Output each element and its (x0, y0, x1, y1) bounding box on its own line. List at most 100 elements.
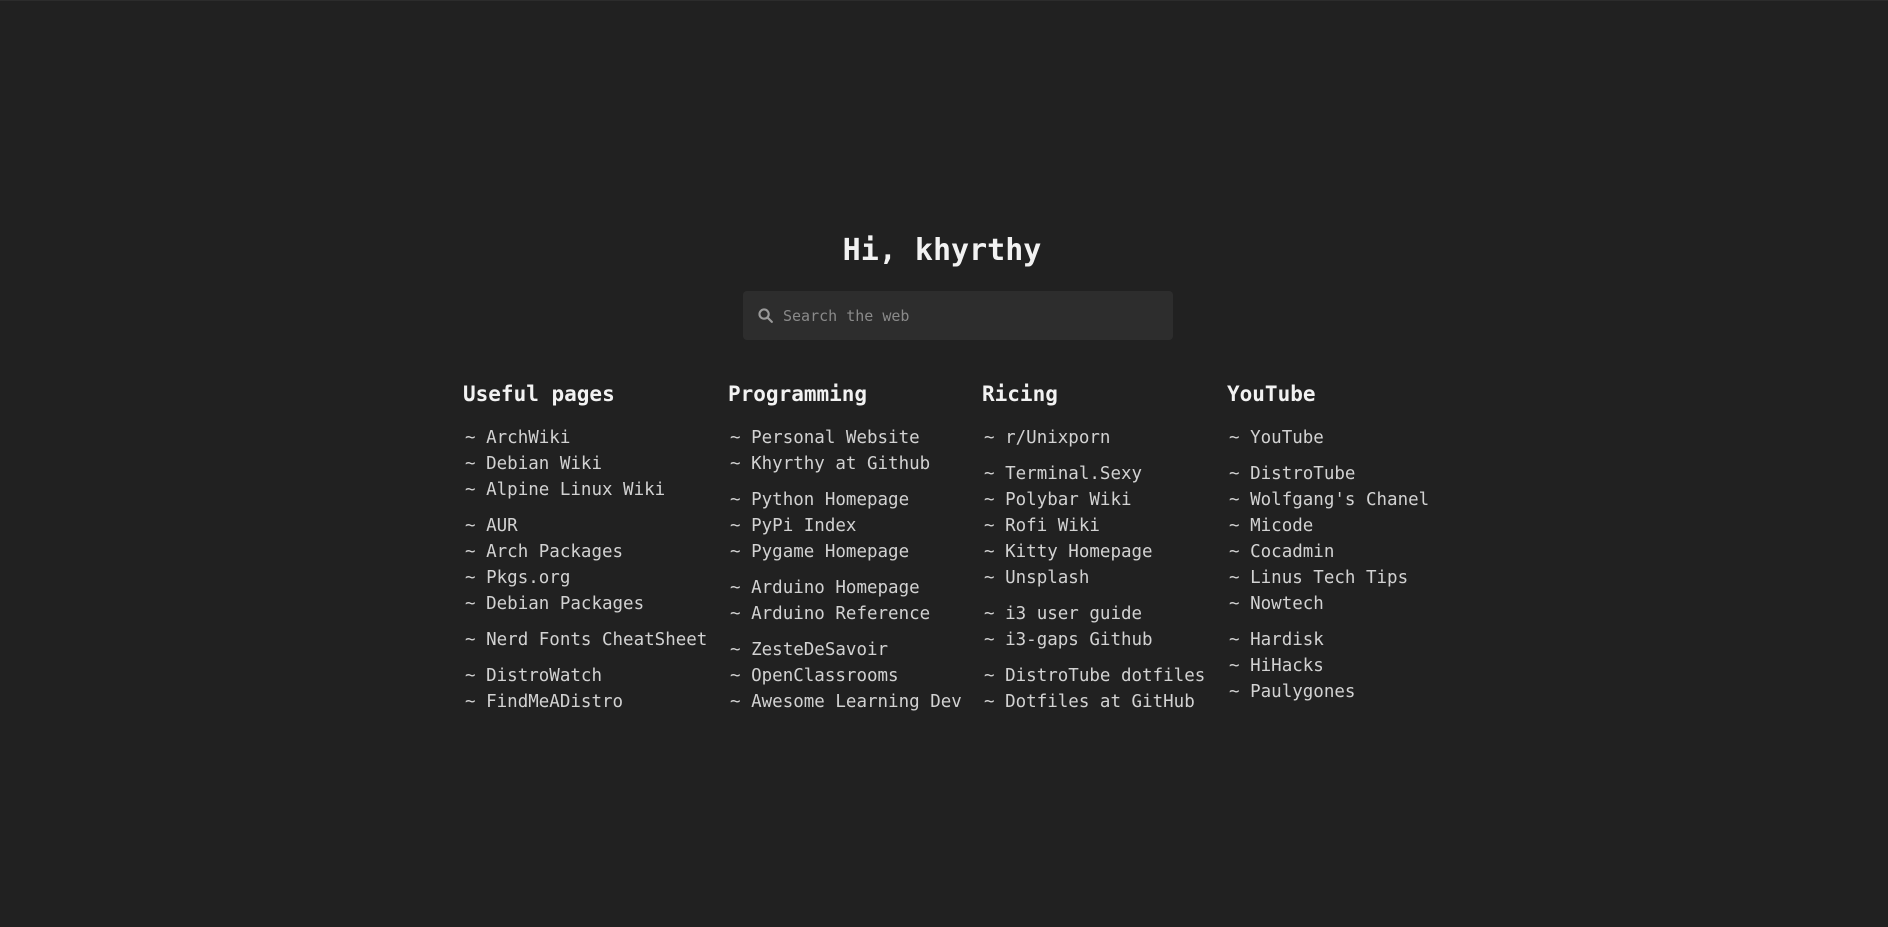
tilde-prefix: ~ (1229, 428, 1240, 448)
bookmark-link[interactable]: Arduino Homepage (751, 578, 920, 598)
tilde-prefix: ~ (730, 604, 741, 624)
tilde-prefix: ~ (465, 516, 476, 536)
bookmark-link[interactable]: OpenClassrooms (751, 666, 899, 686)
bookmark-link[interactable]: Arch Packages (486, 542, 623, 562)
tilde-prefix: ~ (1229, 630, 1240, 650)
list-item: ~ Cocadmin (1227, 539, 1429, 565)
link-group: ~ Nerd Fonts CheatSheet (463, 627, 707, 653)
link-group: ~ Python Homepage ~ PyPi Index ~ Pygame Ho… (728, 487, 962, 565)
bookmark-link[interactable]: Python Homepage (751, 490, 909, 510)
list-item: ~ DistroWatch (463, 663, 707, 689)
bookmark-link[interactable]: Personal Website (751, 428, 920, 448)
tilde-prefix: ~ (730, 454, 741, 474)
link-group: ~ Terminal.Sexy ~ Polybar Wiki ~ Rofi Wiki… (982, 461, 1205, 591)
bookmark-link[interactable]: Pkgs.org (486, 568, 570, 588)
list-item: ~ Nerd Fonts CheatSheet (463, 627, 707, 653)
tilde-prefix: ~ (730, 578, 741, 598)
list-item: ~ Unsplash (982, 565, 1205, 591)
link-group: ~ DistroTube ~ Wolfgang's Chanel ~ Micode ~… (1227, 461, 1429, 617)
tilde-prefix: ~ (1229, 542, 1240, 562)
bookmark-link[interactable]: Alpine Linux Wiki (486, 480, 665, 500)
list-item: ~ PyPi Index (728, 513, 962, 539)
bookmark-link[interactable]: Micode (1250, 516, 1313, 536)
bookmark-link[interactable]: Awesome Learning Dev (751, 692, 962, 712)
bookmark-link[interactable]: Arduino Reference (751, 604, 930, 624)
bookmark-link[interactable]: Kitty Homepage (1005, 542, 1153, 562)
list-item: ~ Pygame Homepage (728, 539, 962, 565)
tilde-prefix: ~ (1229, 516, 1240, 536)
tilde-prefix: ~ (984, 428, 995, 448)
bookmark-link[interactable]: Paulygones (1250, 682, 1355, 702)
list-item: ~ HiHacks (1227, 653, 1429, 679)
bookmark-link[interactable]: Dotfiles at GitHub (1005, 692, 1195, 712)
tilde-prefix: ~ (730, 490, 741, 510)
bookmark-link[interactable]: Nowtech (1250, 594, 1324, 614)
list-item: ~ FindMeADistro (463, 689, 707, 715)
link-group: ~ Arduino Homepage ~ Arduino Reference (728, 575, 962, 627)
link-groups: ~ ArchWiki ~ Debian Wiki ~ Alpine Linux Wi… (463, 425, 707, 715)
list-item: ~ Pkgs.org (463, 565, 707, 591)
bookmark-link[interactable]: PyPi Index (751, 516, 856, 536)
tilde-prefix: ~ (465, 630, 476, 650)
list-item: ~ Paulygones (1227, 679, 1429, 705)
bookmark-link[interactable]: HiHacks (1250, 656, 1324, 676)
bookmark-link[interactable]: Wolfgang's Chanel (1250, 490, 1429, 510)
bookmark-link[interactable]: Debian Packages (486, 594, 644, 614)
link-group: ~ DistroTube dotfiles ~ Dotfiles at GitHu… (982, 663, 1205, 715)
bookmark-link[interactable]: Cocadmin (1250, 542, 1334, 562)
tilde-prefix: ~ (1229, 682, 1240, 702)
bookmark-link[interactable]: DistroTube dotfiles (1005, 666, 1205, 686)
bookmark-link[interactable]: AUR (486, 516, 518, 536)
bookmark-link[interactable]: Nerd Fonts CheatSheet (486, 630, 707, 650)
bookmark-link[interactable]: ArchWiki (486, 428, 570, 448)
tilde-prefix: ~ (1229, 656, 1240, 676)
list-item: ~ YouTube (1227, 425, 1429, 451)
bookmark-link[interactable]: FindMeADistro (486, 692, 623, 712)
tilde-prefix: ~ (465, 568, 476, 588)
bookmark-link[interactable]: Linus Tech Tips (1250, 568, 1408, 588)
bookmark-link[interactable]: Terminal.Sexy (1005, 464, 1142, 484)
bookmark-link[interactable]: DistroTube (1250, 464, 1355, 484)
bookmark-link[interactable]: Hardisk (1250, 630, 1324, 650)
list-item: ~ i3 user guide (982, 601, 1205, 627)
list-item: ~ Debian Wiki (463, 451, 707, 477)
bookmark-link[interactable]: Pygame Homepage (751, 542, 909, 562)
link-group: ~ Hardisk ~ HiHacks ~ Paulygones (1227, 627, 1429, 705)
bookmark-link[interactable]: Unsplash (1005, 568, 1089, 588)
list-item: ~ Awesome Learning Dev (728, 689, 962, 715)
column-useful-pages: Useful pages ~ ArchWiki ~ Debian Wiki ~ Al… (463, 381, 707, 725)
bookmark-link[interactable]: Khyrthy at Github (751, 454, 930, 474)
list-item: ~ Arch Packages (463, 539, 707, 565)
link-group: ~ r/Unixporn (982, 425, 1205, 451)
list-item: ~ Khyrthy at Github (728, 451, 962, 477)
list-item: ~ Hardisk (1227, 627, 1429, 653)
link-groups: ~ Personal Website ~ Khyrthy at Github ~ P… (728, 425, 962, 715)
list-item: ~ r/Unixporn (982, 425, 1205, 451)
column-ricing: Ricing ~ r/Unixporn ~ Terminal.Sexy ~ Poly… (982, 381, 1205, 725)
link-groups: ~ YouTube ~ DistroTube ~ Wolfgang's Chanel… (1227, 425, 1429, 705)
tilde-prefix: ~ (465, 480, 476, 500)
column-title: YouTube (1227, 382, 1316, 406)
bookmark-link[interactable]: Rofi Wiki (1005, 516, 1100, 536)
bookmark-link[interactable]: i3-gaps Github (1005, 630, 1153, 650)
search-input[interactable] (783, 306, 1153, 325)
bookmark-link[interactable]: ZesteDeSavoir (751, 640, 888, 660)
list-item: ~ OpenClassrooms (728, 663, 962, 689)
tilde-prefix: ~ (984, 516, 995, 536)
list-item: ~ Terminal.Sexy (982, 461, 1205, 487)
link-group: ~ Personal Website ~ Khyrthy at Github (728, 425, 962, 477)
list-item: ~ Linus Tech Tips (1227, 565, 1429, 591)
bookmark-link[interactable]: YouTube (1250, 428, 1324, 448)
bookmark-link[interactable]: i3 user guide (1005, 604, 1142, 624)
bookmark-link[interactable]: Debian Wiki (486, 454, 602, 474)
list-item: ~ Nowtech (1227, 591, 1429, 617)
link-group: ~ YouTube (1227, 425, 1429, 451)
tilde-prefix: ~ (1229, 464, 1240, 484)
tilde-prefix: ~ (984, 630, 995, 650)
bookmark-link[interactable]: Polybar Wiki (1005, 490, 1131, 510)
bookmark-link[interactable]: DistroWatch (486, 666, 602, 686)
search-bar[interactable] (743, 291, 1173, 340)
link-group: ~ ZesteDeSavoir ~ OpenClassrooms ~ Awesome… (728, 637, 962, 715)
bookmark-link[interactable]: r/Unixporn (1005, 428, 1110, 448)
list-item: ~ Wolfgang's Chanel (1227, 487, 1429, 513)
